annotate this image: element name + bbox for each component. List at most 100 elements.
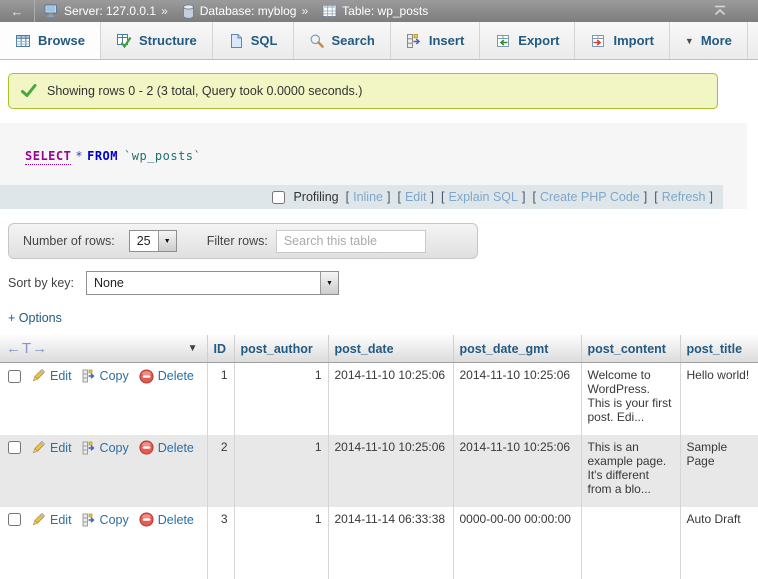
- back-arrow-icon: ←: [11, 4, 24, 19]
- breadcrumb-server[interactable]: Server: 127.0.0.1: [44, 4, 156, 18]
- options-toggle-link[interactable]: + Options: [8, 311, 62, 325]
- tab-export-label: Export: [518, 33, 559, 48]
- sql-keyword-select[interactable]: SELECT: [25, 149, 71, 165]
- create-php-code-link[interactable]: Create PHP Code: [540, 190, 640, 204]
- back-button[interactable]: ←: [0, 0, 35, 22]
- profiling-label: Profiling: [293, 190, 338, 204]
- tab-structure[interactable]: Structure: [101, 22, 213, 59]
- column-header-post-title[interactable]: post_title: [680, 335, 758, 363]
- sort-row: Sort by key: None ▼: [8, 271, 758, 295]
- delete-link[interactable]: Delete: [158, 369, 194, 383]
- cell-post-author: 1: [234, 507, 328, 579]
- column-order-arrows-icon[interactable]: ←T→: [6, 340, 48, 357]
- export-icon: [495, 33, 511, 49]
- success-check-icon: [21, 84, 37, 98]
- collapse-panel-button[interactable]: [712, 5, 728, 17]
- tab-more[interactable]: ▼ More: [670, 22, 748, 59]
- actions-column-header: ←T→ ▼: [0, 335, 207, 363]
- database-icon: [182, 4, 195, 19]
- edit-link[interactable]: Edit: [50, 369, 72, 383]
- tab-export[interactable]: Export: [480, 22, 575, 59]
- sql-star: *: [75, 149, 83, 163]
- edit-pencil-icon: [30, 512, 46, 528]
- table-row: Edit Copy Delete 2 1 2014-11-10 10:25:06…: [0, 435, 758, 507]
- column-header-id[interactable]: ID: [207, 335, 234, 363]
- breadcrumb-table-label: Table: wp_posts: [342, 4, 428, 18]
- cell-post-date: 2014-11-14 06:33:38: [328, 507, 453, 579]
- column-header-post-author[interactable]: post_author: [234, 335, 328, 363]
- table-header-row: ←T→ ▼ ID post_author post_date post_date…: [0, 335, 758, 363]
- table-icon: [322, 4, 337, 18]
- table-row: Edit Copy Delete 1 1 2014-11-10 10:25:06…: [0, 363, 758, 435]
- tab-search-label: Search: [332, 33, 375, 48]
- browse-icon: [15, 33, 31, 49]
- edit-link[interactable]: Edit: [50, 513, 72, 527]
- refresh-link[interactable]: Refresh: [662, 190, 706, 204]
- bracket: [: [532, 190, 535, 204]
- tab-sql[interactable]: SQL: [213, 22, 294, 59]
- sql-icon: [228, 33, 244, 49]
- column-header-post-date-gmt[interactable]: post_date_gmt: [453, 335, 581, 363]
- status-message-text: Showing rows 0 - 2 (3 total, Query took …: [47, 84, 362, 98]
- select-arrow-icon: ▼: [320, 272, 338, 294]
- query-toolbar: Profiling [ Inline ] [ Edit ] [ Explain …: [0, 185, 723, 209]
- column-header-post-content[interactable]: post_content: [581, 335, 680, 363]
- tab-import-label: Import: [613, 33, 653, 48]
- row-checkbox[interactable]: [8, 441, 21, 454]
- edit-link[interactable]: Edit: [50, 441, 72, 455]
- cell-id: 3: [207, 507, 234, 579]
- with-selected-dropdown-icon[interactable]: ▼: [188, 343, 201, 354]
- inline-link[interactable]: Inline: [353, 190, 383, 204]
- tab-import[interactable]: Import: [575, 22, 669, 59]
- breadcrumb-separator: »: [161, 4, 168, 18]
- table-row: Edit Copy Delete 3 1 2014-11-14 06:33:38…: [0, 507, 758, 579]
- actions-cell: Edit Copy Delete: [0, 507, 207, 579]
- chevron-down-icon: ▼: [685, 36, 694, 46]
- breadcrumb-database-label: Database: myblog: [200, 4, 297, 18]
- breadcrumb-table[interactable]: Table: wp_posts: [322, 4, 428, 18]
- tab-insert-label: Insert: [429, 33, 464, 48]
- tab-insert[interactable]: Insert: [391, 22, 480, 59]
- tab-search[interactable]: Search: [294, 22, 391, 59]
- edit-query-link[interactable]: Edit: [405, 190, 427, 204]
- bracket: [: [441, 190, 444, 204]
- copy-link[interactable]: Copy: [100, 369, 129, 383]
- cell-post-title: Auto Draft: [680, 507, 758, 579]
- bracket: ]: [431, 190, 434, 204]
- explain-sql-link[interactable]: Explain SQL: [448, 190, 517, 204]
- copy-link[interactable]: Copy: [100, 441, 129, 455]
- breadcrumb-database[interactable]: Database: myblog: [182, 4, 297, 19]
- collapse-chevron-icon: [712, 5, 728, 17]
- bracket: [: [346, 190, 349, 204]
- search-icon: [309, 33, 325, 49]
- rows-count-select[interactable]: 25 ▼: [129, 230, 177, 252]
- bracket: ]: [522, 190, 525, 204]
- row-checkbox[interactable]: [8, 513, 21, 526]
- cell-id: 1: [207, 363, 234, 435]
- filter-rows-label: Filter rows:: [207, 234, 268, 248]
- delete-icon: [139, 440, 154, 455]
- profiling-checkbox[interactable]: [272, 191, 285, 204]
- server-icon: [44, 4, 59, 18]
- copy-link[interactable]: Copy: [100, 513, 129, 527]
- sort-key-value: None: [87, 272, 320, 294]
- delete-icon: [139, 369, 154, 384]
- delete-link[interactable]: Delete: [158, 441, 194, 455]
- insert-icon: [406, 33, 422, 49]
- select-arrow-icon: ▼: [158, 231, 176, 251]
- cell-post-date-gmt: 0000-00-00 00:00:00: [453, 507, 581, 579]
- cell-post-title: Sample Page: [680, 435, 758, 507]
- filter-rows-input[interactable]: [276, 230, 426, 253]
- sort-key-select[interactable]: None ▼: [86, 271, 339, 295]
- copy-icon: [82, 513, 96, 527]
- bracket: [: [654, 190, 657, 204]
- edit-pencil-icon: [30, 368, 46, 384]
- column-header-post-date[interactable]: post_date: [328, 335, 453, 363]
- sort-by-key-label: Sort by key:: [8, 276, 74, 290]
- actions-cell: Edit Copy Delete: [0, 435, 207, 507]
- delete-link[interactable]: Delete: [158, 513, 194, 527]
- row-checkbox[interactable]: [8, 370, 21, 383]
- tab-browse[interactable]: Browse: [0, 22, 101, 59]
- edit-pencil-icon: [30, 440, 46, 456]
- breadcrumb-separator: »: [301, 4, 308, 18]
